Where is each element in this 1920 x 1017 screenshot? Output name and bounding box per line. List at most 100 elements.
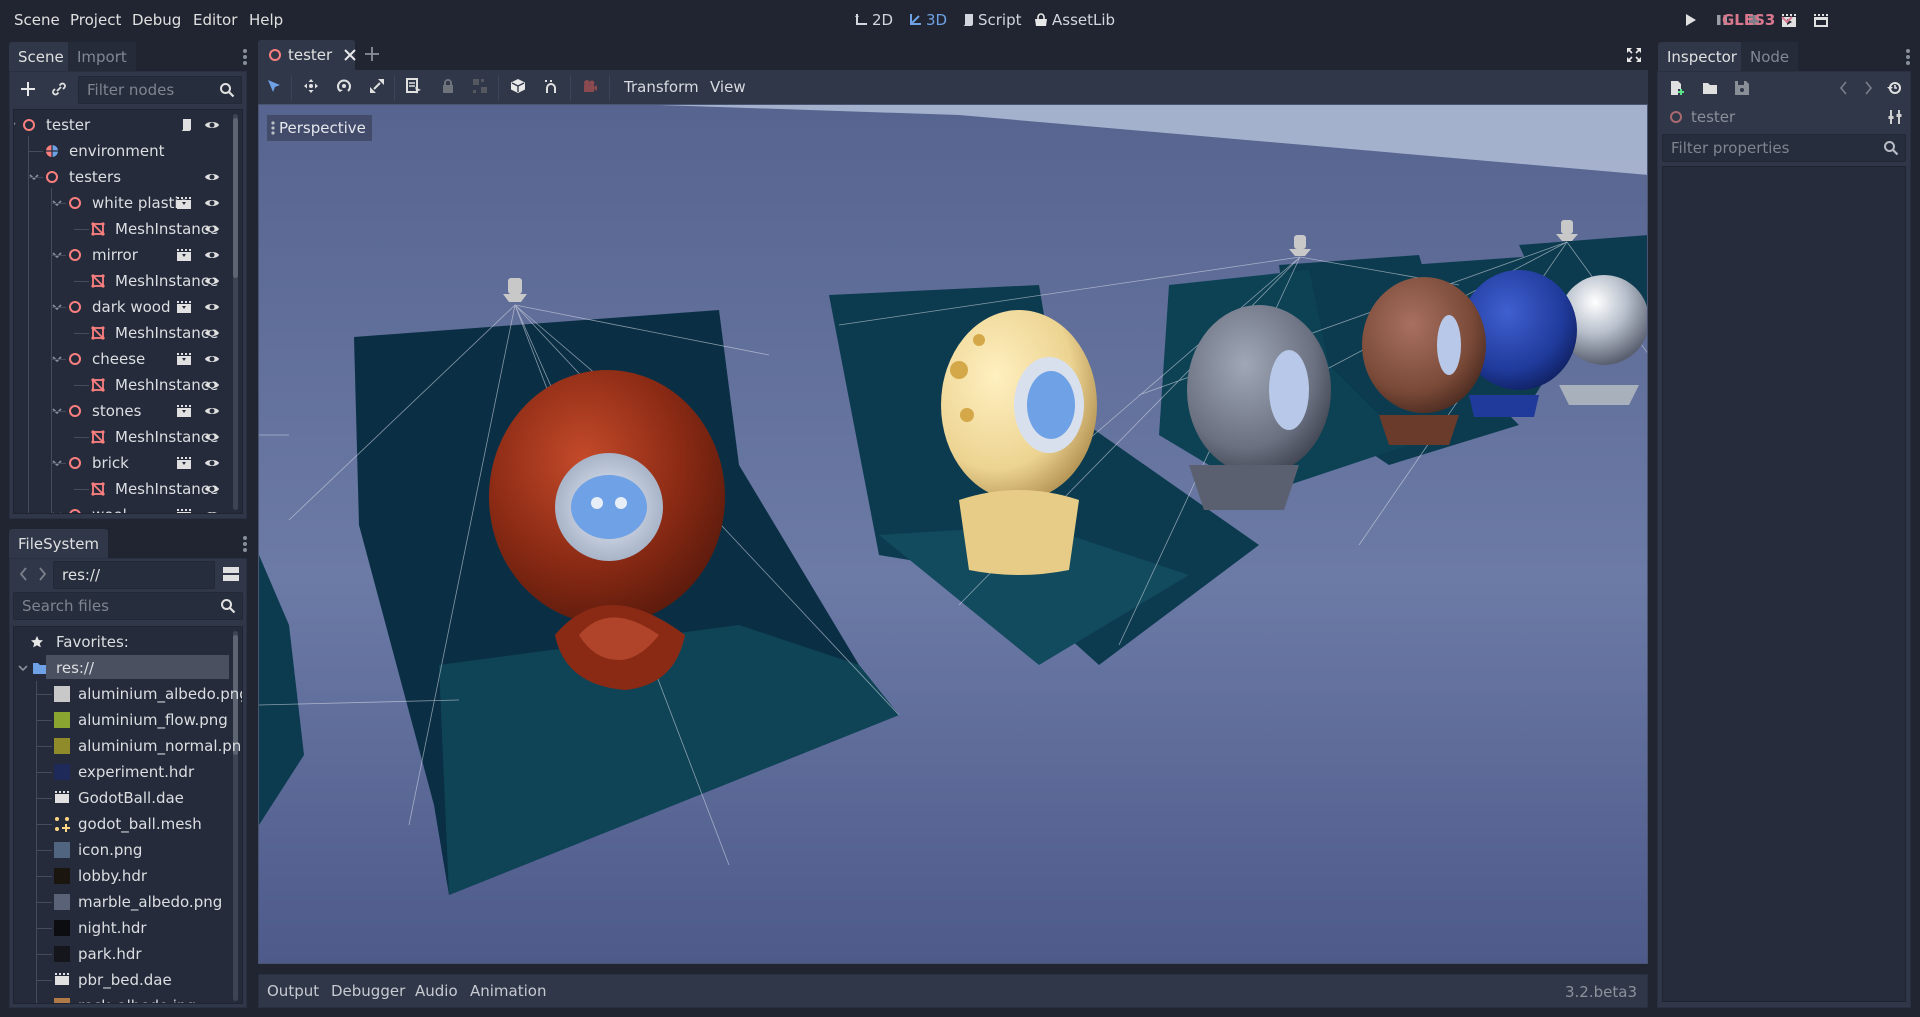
filesystem-dock-menu-button[interactable]: [242, 535, 248, 553]
visibility-eye-icon[interactable]: [204, 119, 220, 131]
scene-tree-scrollbar[interactable]: [233, 114, 238, 510]
scene-tree-scroll-thumb[interactable]: [233, 118, 238, 278]
tab-import[interactable]: Import: [68, 42, 136, 72]
instanced-scene-icon[interactable]: [176, 404, 192, 418]
scene-tree-item[interactable]: testers: [14, 164, 230, 190]
scene-tree-item[interactable]: mirror: [14, 242, 230, 268]
visibility-eye-icon[interactable]: [204, 405, 220, 417]
workspace-3d-button[interactable]: 3D: [908, 11, 947, 29]
inspector-dock-menu-button[interactable]: [1905, 48, 1911, 66]
view-menu[interactable]: View: [710, 78, 746, 96]
perspective-menu-button[interactable]: Perspective: [267, 115, 372, 141]
visibility-eye-icon[interactable]: [204, 431, 220, 443]
scene-tree-item[interactable]: brick: [14, 450, 230, 476]
file-item[interactable]: experiment.hdr: [14, 759, 230, 785]
list-select-button[interactable]: [406, 78, 424, 96]
menu-help[interactable]: Help: [249, 11, 283, 29]
camera-preview-button[interactable]: [582, 78, 600, 96]
add-node-button[interactable]: [19, 80, 37, 98]
scale-tool-button[interactable]: [369, 78, 387, 96]
file-item[interactable]: rock_albedo.jpg: [14, 993, 230, 1003]
file-item[interactable]: godot_ball.mesh: [14, 811, 230, 837]
local-space-button[interactable]: [510, 78, 528, 96]
scene-dock-menu-button[interactable]: [242, 48, 248, 66]
select-tool-button[interactable]: [266, 78, 284, 96]
file-item[interactable]: GodotBall.dae: [14, 785, 230, 811]
tab-animation[interactable]: Animation: [470, 982, 546, 1000]
inspected-object[interactable]: tester: [1669, 108, 1735, 126]
new-resource-button[interactable]: [1669, 80, 1685, 96]
visibility-eye-icon[interactable]: [204, 509, 220, 513]
instanced-scene-icon[interactable]: [176, 456, 192, 470]
workspace-assetlib-button[interactable]: AssetLib: [1034, 11, 1115, 29]
move-tool-button[interactable]: [303, 78, 321, 96]
scene-tree-item[interactable]: MeshInstance: [14, 216, 230, 242]
scene-tree-item[interactable]: MeshInstance: [14, 268, 230, 294]
visibility-eye-icon[interactable]: [204, 353, 220, 365]
expand-chevron-icon[interactable]: [14, 121, 16, 129]
new-scene-tab-button[interactable]: [364, 46, 380, 62]
visibility-eye-icon[interactable]: [204, 223, 220, 235]
transform-menu[interactable]: Transform: [624, 78, 699, 96]
forward-button[interactable]: [36, 566, 48, 582]
history-forward-button[interactable]: [1862, 80, 1874, 96]
res-root-folder[interactable]: res://: [14, 655, 230, 681]
instanced-scene-icon[interactable]: [176, 196, 192, 210]
file-item[interactable]: aluminium_normal.png: [14, 733, 242, 759]
renderer-dropdown[interactable]: GLES3: [1722, 11, 1794, 29]
visibility-eye-icon[interactable]: [204, 483, 220, 495]
visibility-eye-icon[interactable]: [204, 171, 220, 183]
tab-filesystem[interactable]: FileSystem: [9, 529, 109, 559]
file-item[interactable]: pbr_bed.dae: [14, 967, 230, 993]
tab-scene[interactable]: Scene: [9, 42, 73, 72]
menu-scene[interactable]: Scene: [14, 11, 60, 29]
scene-tree-item[interactable]: MeshInstance: [14, 476, 230, 502]
file-item[interactable]: aluminium_albedo.png: [14, 681, 242, 707]
scene-tree-item[interactable]: MeshInstance: [14, 424, 230, 450]
workspace-2d-button[interactable]: 2D: [854, 11, 893, 29]
history-back-button[interactable]: [1838, 80, 1850, 96]
scene-tree-item[interactable]: tester: [14, 112, 230, 138]
visibility-eye-icon[interactable]: [204, 301, 220, 313]
search-files-input[interactable]: Search files: [13, 592, 243, 620]
visibility-eye-icon[interactable]: [204, 379, 220, 391]
distraction-free-button[interactable]: [1626, 47, 1642, 63]
scene-tree-item[interactable]: wool: [14, 502, 230, 513]
menu-debug[interactable]: Debug: [132, 11, 181, 29]
path-input[interactable]: res://: [53, 561, 215, 589]
tab-inspector[interactable]: Inspector: [1658, 42, 1746, 72]
scene-tree-item[interactable]: stones: [14, 398, 230, 424]
play-custom-scene-button[interactable]: [1813, 12, 1831, 30]
visibility-eye-icon[interactable]: [204, 327, 220, 339]
visibility-eye-icon[interactable]: [204, 197, 220, 209]
close-icon[interactable]: [344, 49, 356, 61]
menu-editor[interactable]: Editor: [193, 11, 237, 29]
visibility-eye-icon[interactable]: [204, 275, 220, 287]
open-resource-button[interactable]: [1702, 80, 1718, 96]
visibility-eye-icon[interactable]: [204, 457, 220, 469]
filter-nodes-input[interactable]: Filter nodes: [78, 76, 242, 104]
lock-button[interactable]: [440, 78, 458, 96]
script-icon[interactable]: [180, 118, 192, 132]
instanced-scene-icon[interactable]: [176, 300, 192, 314]
3d-viewport[interactable]: Perspective: [258, 104, 1648, 964]
filter-properties-input[interactable]: Filter properties: [1662, 134, 1906, 162]
play-button[interactable]: [1682, 12, 1700, 30]
file-item[interactable]: marble_albedo.png: [14, 889, 230, 915]
back-button[interactable]: [18, 566, 30, 582]
snap-button[interactable]: [543, 78, 561, 96]
object-history-button[interactable]: [1886, 80, 1902, 96]
split-view-toggle[interactable]: [222, 566, 240, 582]
instanced-scene-icon[interactable]: [176, 352, 192, 366]
scene-tree-item[interactable]: white plastic: [14, 190, 230, 216]
group-button[interactable]: [472, 78, 490, 96]
tab-output[interactable]: Output: [267, 982, 319, 1000]
file-item[interactable]: aluminium_flow.png: [14, 707, 230, 733]
scene-tab-tester[interactable]: tester: [258, 40, 356, 70]
file-item[interactable]: night.hdr: [14, 915, 230, 941]
object-tools-button[interactable]: [1888, 109, 1902, 125]
file-item[interactable]: park.hdr: [14, 941, 230, 967]
scene-tree-item[interactable]: MeshInstance: [14, 372, 230, 398]
save-resource-button[interactable]: [1734, 80, 1750, 96]
visibility-eye-icon[interactable]: [204, 249, 220, 261]
